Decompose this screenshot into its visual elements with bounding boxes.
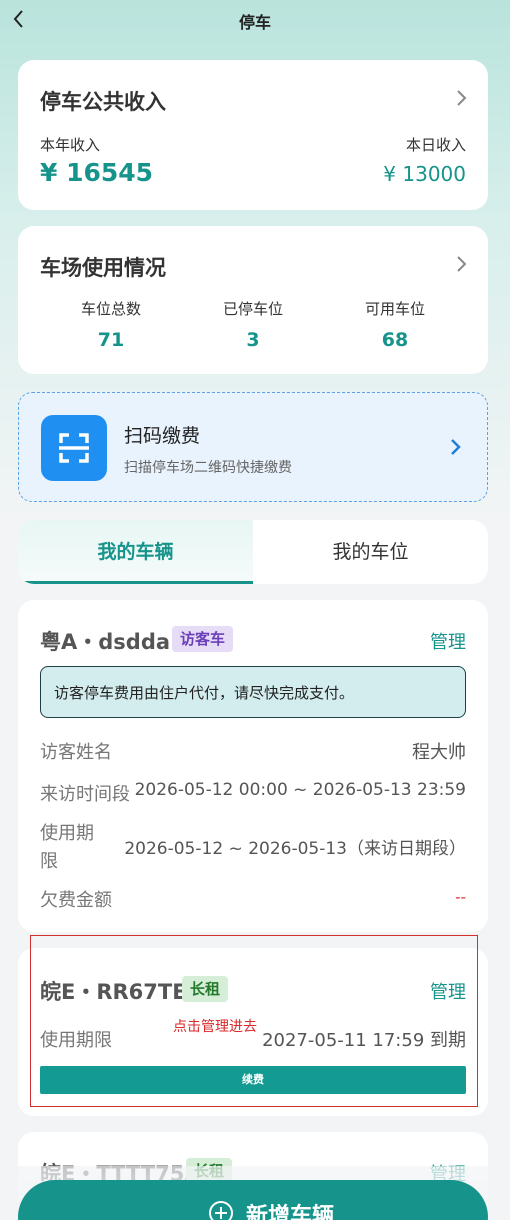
day-income-value: ¥ 13000 xyxy=(383,162,466,186)
usage-title: 车场使用情况 xyxy=(40,256,166,280)
row-label: 使用期限 xyxy=(40,823,94,872)
plate-number: 皖E・RR67TE xyxy=(40,980,187,1004)
scan-pay-banner[interactable]: 扫码缴费 扫描停车场二维码快捷缴费 xyxy=(18,392,488,502)
vehicle-tabs: 我的车辆 我的车位 xyxy=(18,520,488,584)
tab-my-spaces[interactable]: 我的车位 xyxy=(253,520,488,584)
row-label: 使用期限 xyxy=(40,1030,112,1051)
public-income-card[interactable]: 停车公共收入 本年收入 ¥ 16545 本日收入 ¥ 13000 xyxy=(18,60,488,210)
row-label: 来访时间段 xyxy=(40,784,130,805)
day-income-label: 本日收入 xyxy=(405,136,466,154)
long-term-badge: 长租 xyxy=(182,976,229,1002)
page-title: 停车 xyxy=(238,13,271,32)
year-income-label: 本年收入 xyxy=(40,136,101,154)
income-title: 停车公共收入 xyxy=(40,90,166,114)
stat-label: 可用车位 xyxy=(364,300,425,318)
manage-button[interactable]: 管理 xyxy=(430,978,466,1004)
stat-value: 3 xyxy=(246,329,260,351)
row-value: -- xyxy=(455,888,466,906)
scan-subtitle: 扫描停车场二维码快捷缴费 xyxy=(124,460,292,476)
stat-value: 71 xyxy=(97,329,125,351)
vehicle-card: 皖E・RR67TE 长租 管理 使用期限 点击管理进去 2027-05-11 1… xyxy=(18,948,488,1116)
stat-total-spaces: 车位总数 71 xyxy=(51,298,171,351)
scan-title: 扫码缴费 xyxy=(124,425,201,447)
add-vehicle-button[interactable]: 新增车辆 xyxy=(18,1180,488,1220)
manage-button[interactable]: 管理 xyxy=(430,628,466,654)
renew-button[interactable]: 续费 xyxy=(40,1066,466,1094)
row-value: 2026-05-12 ~ 2026-05-13（来访日期段） xyxy=(124,839,466,859)
row-label: 访客姓名 xyxy=(40,742,112,763)
annotation-hint: 点击管理进去 xyxy=(173,1019,257,1035)
add-vehicle-label: 新增车辆 xyxy=(246,1204,335,1220)
row-value: 2026-05-12 00:00 ~ 2026-05-13 23:59 xyxy=(134,780,466,800)
stat-available-spaces: 可用车位 68 xyxy=(335,298,455,351)
row-value: 2027-05-11 17:59 到期 xyxy=(262,1030,466,1051)
stat-label: 车位总数 xyxy=(80,300,141,318)
year-income-value: ¥ 16545 xyxy=(40,158,154,187)
visitor-badge: 访客车 xyxy=(172,626,234,652)
chevron-right-icon[interactable] xyxy=(454,254,468,274)
scan-icon xyxy=(41,415,107,481)
stat-occupied-spaces: 已停车位 3 xyxy=(193,298,313,351)
nav-bar: 停车 xyxy=(0,0,510,40)
stat-label: 已停车位 xyxy=(222,300,283,318)
row-label: 欠费金额 xyxy=(40,890,112,911)
parking-usage-card[interactable]: 车场使用情况 车位总数 71 已停车位 3 可用车位 68 xyxy=(18,226,488,374)
row-value: 程大帅 xyxy=(412,742,466,763)
chevron-right-icon xyxy=(451,439,461,455)
plate-number: 粤A・dsdda xyxy=(40,630,171,654)
vehicle-card: 粤A・dsdda 访客车 管理 访客停车费用由住户代付，请尽快完成支付。 访客姓… xyxy=(18,600,488,932)
plus-circle-icon xyxy=(209,1201,233,1220)
tab-my-vehicles[interactable]: 我的车辆 xyxy=(18,520,253,584)
chevron-right-icon[interactable] xyxy=(454,88,468,108)
stat-value: 68 xyxy=(381,329,409,351)
visitor-notice: 访客停车费用由住户代付，请尽快完成支付。 xyxy=(40,666,466,718)
